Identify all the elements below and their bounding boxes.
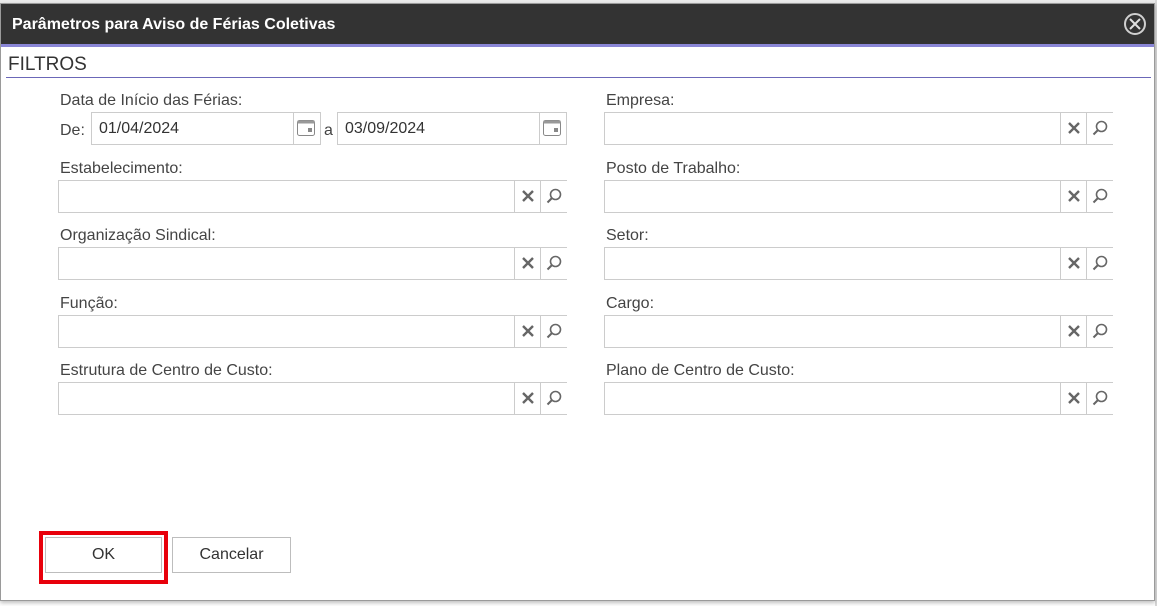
clear-icon[interactable] [514,181,541,212]
organizacao-input[interactable] [59,248,514,279]
empresa-field [604,112,1113,145]
estabelecimento-field [58,180,567,213]
estabelecimento-label: Estabelecimento: [60,160,183,177]
calendar-icon[interactable] [539,113,566,144]
search-icon[interactable] [540,181,567,212]
cancel-button[interactable]: Cancelar [172,537,291,573]
ok-button[interactable]: OK [45,537,162,573]
clear-icon[interactable] [1060,248,1087,279]
organizacao-field [58,247,567,280]
setor-label: Setor: [606,227,649,244]
clear-icon[interactable] [514,316,541,347]
plano-label: Plano de Centro de Custo: [606,362,795,379]
search-icon[interactable] [1086,248,1113,279]
clear-icon[interactable] [514,248,541,279]
empresa-input[interactable] [605,113,1060,144]
organizacao-label: Organização Sindical: [60,227,216,244]
estabelecimento-input[interactable] [59,181,514,212]
section-title: FILTROS [8,54,87,75]
date-from-label: De: [60,122,85,139]
plano-input[interactable] [605,383,1060,414]
posto-field [604,180,1113,213]
empresa-label: Empresa: [606,92,675,109]
clear-icon[interactable] [1060,383,1087,414]
setor-input[interactable] [605,248,1060,279]
funcao-label: Função: [60,295,118,312]
dialog-title: Parâmetros para Aviso de Férias Coletiva… [12,16,336,33]
search-icon[interactable] [540,383,567,414]
search-icon[interactable] [1086,181,1113,212]
estrutura-input[interactable] [59,383,514,414]
clear-icon[interactable] [1060,113,1087,144]
posto-input[interactable] [605,181,1060,212]
date-to-input[interactable] [338,113,538,144]
funcao-input[interactable] [59,316,514,347]
search-icon[interactable] [1086,316,1113,347]
date-to-label: a [324,122,333,139]
cargo-label: Cargo: [606,295,655,312]
clear-icon[interactable] [1060,316,1087,347]
search-icon[interactable] [540,316,567,347]
search-icon[interactable] [540,248,567,279]
cargo-field [604,315,1113,348]
clear-icon[interactable] [514,383,541,414]
date-range-label: Data de Início das Férias: [60,92,243,109]
clear-icon[interactable] [1060,181,1087,212]
search-icon[interactable] [1086,113,1113,144]
cargo-input[interactable] [605,316,1060,347]
calendar-icon[interactable] [293,113,320,144]
section-divider [6,77,1151,78]
funcao-field [58,315,567,348]
plano-field [604,382,1113,415]
dialog-titlebar: Parâmetros para Aviso de Férias Coletiva… [1,4,1154,47]
date-from-field [91,112,321,145]
estrutura-field [58,382,567,415]
date-to-field [337,112,567,145]
setor-field [604,247,1113,280]
posto-label: Posto de Trabalho: [606,160,741,177]
parameters-dialog: Parâmetros para Aviso de Férias Coletiva… [0,3,1155,601]
close-icon[interactable] [1124,13,1146,35]
estrutura-label: Estrutura de Centro de Custo: [60,362,273,379]
search-icon[interactable] [1086,383,1113,414]
date-from-input[interactable] [92,113,292,144]
